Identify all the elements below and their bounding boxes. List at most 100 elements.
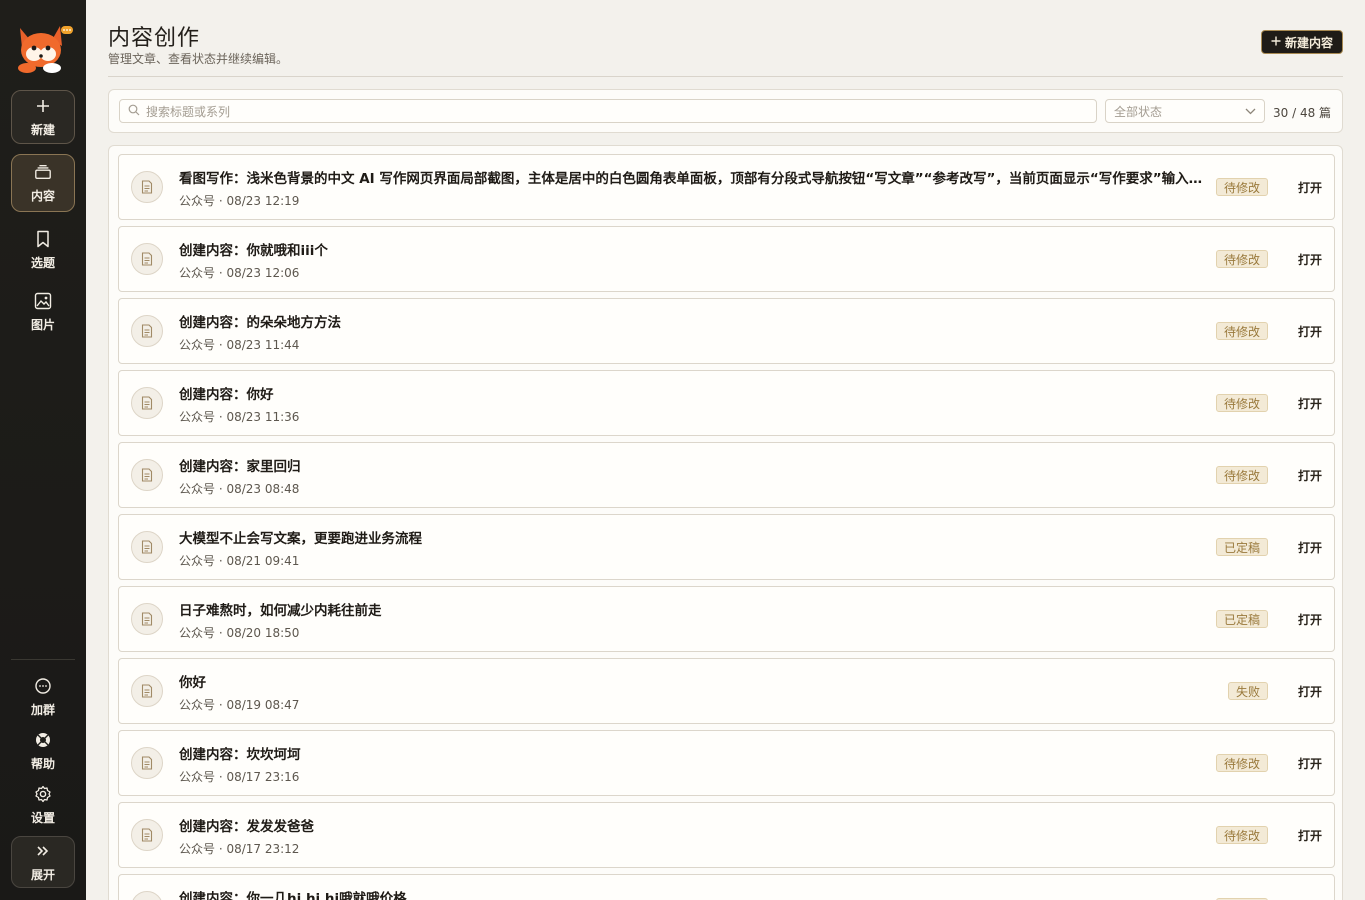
item-title: 日子难熬时，如何减少内耗往前走 [179, 603, 382, 619]
document-icon [131, 531, 163, 563]
status-badge: 待修改 [1215, 322, 1268, 340]
status-badge: 失败 [1227, 682, 1268, 700]
status-filter-select[interactable]: 全部状态 [1105, 99, 1265, 123]
sidebar-new-button[interactable]: 新建 [11, 90, 75, 144]
status-badge: 已定稿 [1215, 610, 1268, 628]
content-list-item[interactable]: 创建内容：你一几hi hi hi哦就哦价格 公众号 · 08/17 23:05 … [118, 874, 1335, 900]
content-list-item[interactable]: 创建内容：你就哦和iii个 公众号 · 08/23 12:06 待修改 打开 [118, 226, 1335, 292]
content-list-item[interactable]: 日子难熬时，如何减少内耗往前走 公众号 · 08/20 18:50 已定稿 打开 [118, 586, 1335, 652]
sidebar-expand-button[interactable]: 展开 [11, 836, 75, 888]
open-button[interactable]: 打开 [1298, 683, 1322, 700]
item-title: 创建内容：你好 [179, 387, 274, 403]
document-icon [131, 387, 163, 419]
item-meta: 公众号 · 08/23 11:36 [179, 410, 300, 424]
plus-icon [1271, 35, 1281, 49]
search-icon [128, 104, 140, 119]
open-button[interactable]: 打开 [1298, 251, 1322, 268]
open-button[interactable]: 打开 [1298, 755, 1322, 772]
sidebar-item-join-group[interactable]: 加群 [11, 674, 75, 720]
header-divider [108, 76, 1343, 77]
document-icon [131, 315, 163, 347]
item-title: 创建内容：发发发爸爸 [179, 819, 314, 835]
help-lifebuoy-icon [34, 731, 52, 749]
status-badge: 待修改 [1215, 754, 1268, 772]
document-icon [131, 459, 163, 491]
item-meta: 公众号 · 08/23 12:19 [179, 194, 300, 208]
document-icon [131, 171, 163, 203]
sidebar-item-join-group-label: 加群 [30, 702, 55, 717]
open-button[interactable]: 打开 [1298, 467, 1322, 484]
content-list-item[interactable]: 创建内容：家里回归 公众号 · 08/23 08:48 待修改 打开 [118, 442, 1335, 508]
item-title: 创建内容：你就哦和iii个 [179, 243, 328, 259]
main-area: 内容创作 管理文章、查看状态并继续编辑。 新建内容 搜索标题或系列 全部状态 3… [86, 0, 1365, 900]
filter-bar: 搜索标题或系列 全部状态 30 / 48 篇 [108, 89, 1343, 133]
content-list-item[interactable]: 创建内容：发发发爸爸 公众号 · 08/17 23:12 待修改 打开 [118, 802, 1335, 868]
sidebar-item-help-label: 帮助 [30, 756, 55, 771]
status-badge: 待修改 [1215, 826, 1268, 844]
content-list-item[interactable]: 大模型不止会写文案，更要跑进业务流程 公众号 · 08/21 09:41 已定稿… [118, 514, 1335, 580]
status-badge: 待修改 [1215, 466, 1268, 484]
gear-icon [34, 785, 52, 803]
status-badge: 待修改 [1215, 178, 1268, 196]
item-meta: 公众号 · 08/17 23:12 [179, 842, 300, 856]
sidebar-item-image[interactable]: 图片 [11, 286, 75, 338]
image-icon [34, 292, 52, 310]
new-content-button[interactable]: 新建内容 [1261, 30, 1343, 54]
status-badge: 已定稿 [1215, 538, 1268, 556]
sidebar-item-content[interactable]: 内容 [11, 154, 75, 212]
layers-icon [34, 163, 52, 181]
open-button[interactable]: 打开 [1298, 611, 1322, 628]
chat-bubble-icon [34, 677, 52, 695]
item-count: 30 / 48 篇 [1273, 106, 1332, 120]
sidebar-item-content-label: 内容 [30, 188, 55, 203]
sidebar-divider [11, 659, 75, 660]
status-badge: 待修改 [1215, 394, 1268, 412]
item-meta: 公众号 · 08/23 11:44 [179, 338, 300, 352]
content-list-item[interactable]: 你好 公众号 · 08/19 08:47 失败 打开 [118, 658, 1335, 724]
open-button[interactable]: 打开 [1298, 395, 1322, 412]
new-content-button-label: 新建内容 [1284, 35, 1333, 50]
sidebar-item-settings[interactable]: 设置 [11, 782, 75, 828]
item-title: 大模型不止会写文案，更要跑进业务流程 [179, 531, 422, 547]
search-input[interactable]: 搜索标题或系列 [119, 99, 1097, 123]
item-title: 你好 [179, 675, 206, 691]
document-icon [131, 747, 163, 779]
double-chevron-right-icon [34, 842, 52, 860]
item-meta: 公众号 · 08/19 08:47 [179, 698, 300, 712]
item-meta: 公众号 · 08/23 08:48 [179, 482, 300, 496]
item-title: 创建内容：家里回归 [179, 459, 301, 475]
status-badge: 待修改 [1215, 250, 1268, 268]
fox-logo [12, 18, 74, 74]
sidebar-item-topic[interactable]: 选题 [11, 224, 75, 276]
sidebar-item-settings-label: 设置 [30, 810, 55, 825]
content-list-item[interactable]: 创建内容：你好 公众号 · 08/23 11:36 待修改 打开 [118, 370, 1335, 436]
content-list-item[interactable]: 创建内容：坎坎坷坷 公众号 · 08/17 23:16 待修改 打开 [118, 730, 1335, 796]
item-meta: 公众号 · 08/17 23:16 [179, 770, 300, 784]
item-title: 创建内容：的朵朵地方方法 [179, 315, 341, 331]
content-list: 看图写作：浅米色背景的中文 AI 写作网页界面局部截图，主体是居中的白色圆角表单… [108, 145, 1343, 900]
open-button[interactable]: 打开 [1298, 179, 1322, 196]
item-meta: 公众号 · 08/21 09:41 [179, 554, 300, 568]
document-icon [131, 675, 163, 707]
bookmark-icon [34, 230, 52, 248]
open-button[interactable]: 打开 [1298, 539, 1322, 556]
item-title: 看图写作：浅米色背景的中文 AI 写作网页界面局部截图，主体是居中的白色圆角表单… [179, 171, 1209, 187]
sidebar-item-image-label: 图片 [30, 317, 55, 332]
chevron-down-icon [1245, 104, 1256, 118]
item-title: 创建内容：你一几hi hi hi哦就哦价格 [179, 891, 407, 900]
sidebar-new-label: 新建 [30, 122, 55, 137]
content-list-item[interactable]: 看图写作：浅米色背景的中文 AI 写作网页界面局部截图，主体是居中的白色圆角表单… [118, 154, 1335, 220]
sidebar-item-help[interactable]: 帮助 [11, 728, 75, 774]
item-title: 创建内容：坎坎坷坷 [179, 747, 301, 763]
page-subtitle: 管理文章、查看状态并继续编辑。 [108, 52, 289, 66]
sidebar-expand-label: 展开 [30, 867, 55, 882]
open-button[interactable]: 打开 [1298, 323, 1322, 340]
item-meta: 公众号 · 08/23 12:06 [179, 266, 300, 280]
content-list-item[interactable]: 创建内容：的朵朵地方方法 公众号 · 08/23 11:44 待修改 打开 [118, 298, 1335, 364]
plus-icon [34, 97, 52, 115]
document-icon [131, 891, 163, 900]
open-button[interactable]: 打开 [1298, 827, 1322, 844]
sidebar-item-topic-label: 选题 [30, 255, 55, 270]
item-meta: 公众号 · 08/20 18:50 [179, 626, 300, 640]
sidebar: 新建 内容 选题 图片 加群 帮助 设置 展开 [0, 0, 86, 900]
